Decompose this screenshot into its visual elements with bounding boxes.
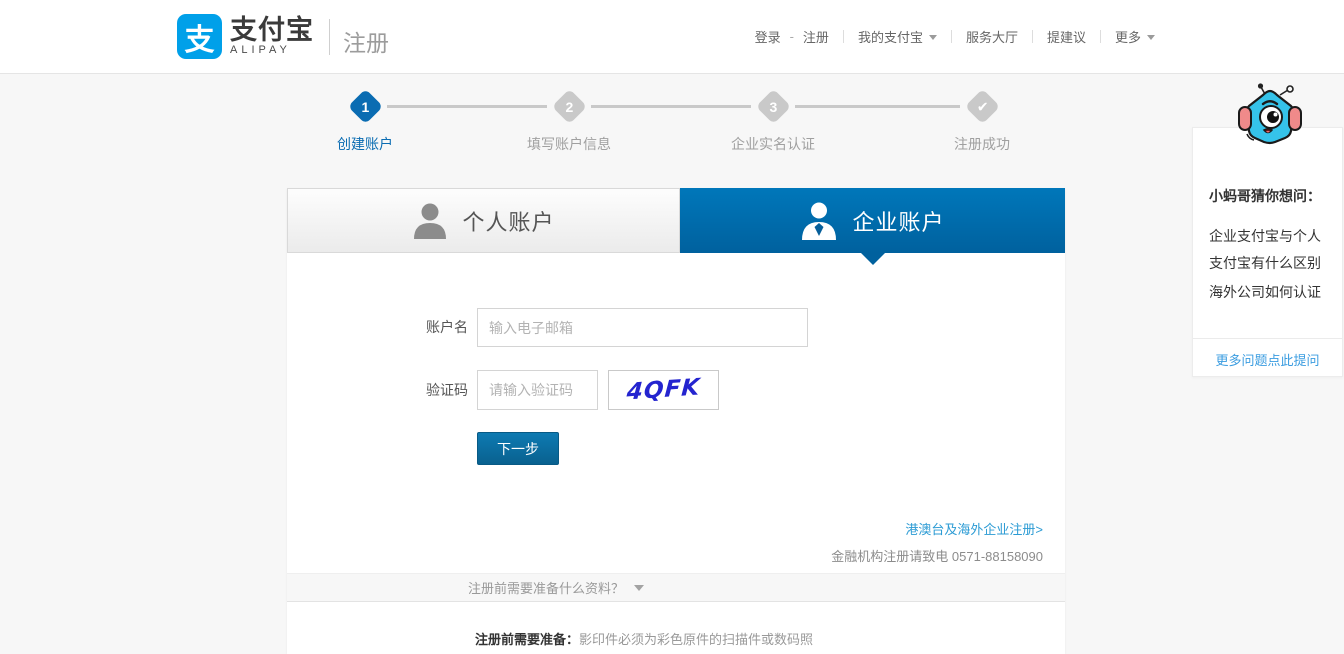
captcha-input[interactable] [477, 370, 598, 410]
nav-service-hall[interactable]: 服务大厅 [966, 27, 1018, 46]
step-label: 创建账户 [337, 136, 393, 152]
chevron-down-icon[interactable] [928, 34, 937, 44]
alipay-logo-icon: 支 [177, 14, 222, 59]
tab-personal-account[interactable]: 个人账户 [287, 188, 680, 253]
header: 支 支付宝 ALIPAY 注册 登录 - 注册 我的支付宝 服务大厅 提建议 更… [0, 0, 1344, 74]
help-panel-title: 小蚂哥猜你想问： [1209, 188, 1321, 204]
step-fill-info: 2 填写账户信息 [499, 88, 639, 154]
finance-phone-note: 金融机构注册请致电 0571-88158090 [831, 549, 1043, 564]
more-questions-link[interactable]: 更多问题点此提问 [1193, 350, 1342, 369]
help-question-link[interactable]: 企业支付宝与个人支付宝有什么区别 [1209, 223, 1331, 277]
step-success: ✔ 注册成功 [912, 88, 1052, 154]
tab-enterprise-account[interactable]: 企业账户 [680, 188, 1065, 265]
help-panel: 小蚂哥猜你想问： 企业支付宝与个人支付宝有什么区别 海外公司如何认证 更多问题点… [1192, 127, 1343, 377]
prepare-toggle-inner: 注册前需要准备什么资料？ [468, 578, 644, 597]
step-label: 填写账户信息 [527, 136, 611, 152]
tab-label-personal: 个人账户 [462, 209, 555, 235]
help-panel-divider [1193, 338, 1342, 339]
prepare-toggle-label: 注册前需要准备什么资料？ [467, 581, 624, 596]
nav-separator [1099, 30, 1101, 43]
prepare-note-text: 影印件必须为彩色原件的扫描件或数码照 [579, 632, 814, 647]
nav-register[interactable]: 注册 [803, 27, 829, 46]
step-indicator-check-icon: ✔ [964, 88, 1000, 125]
person-icon [414, 203, 447, 239]
step-label: 企业实名认证 [731, 136, 815, 152]
step-verify-enterprise: 3 企业实名认证 [703, 88, 843, 154]
chevron-down-icon[interactable] [1147, 34, 1155, 44]
businessman-icon [802, 202, 837, 240]
captcha-label: 验证码 [426, 382, 468, 398]
account-name-label: 账户名 [426, 319, 468, 335]
active-tab-arrow [859, 252, 886, 265]
page-title: 注册 [343, 30, 389, 56]
brand-chinese: 支付宝 [230, 15, 314, 45]
progress-steps: 1 创建账户 2 填写账户信息 3 企业实名认证 ✔ 注册成功 [287, 88, 1065, 168]
captcha-image-text: 4QFK [625, 374, 702, 406]
account-type-tabs: 个人账户 企业账户 [287, 188, 1065, 265]
nav-dash-separator: - [789, 29, 794, 44]
step-indicator-1: 1 [347, 88, 383, 125]
chevron-down-icon [634, 585, 644, 596]
step-label: 注册成功 [954, 136, 1010, 152]
overseas-register-link[interactable]: 港澳台及海外企业注册> [905, 519, 1043, 538]
nav-login[interactable]: 登录 [755, 27, 781, 46]
step-indicator-2: 2 [551, 88, 587, 125]
brand-english: ALIPAY [230, 44, 291, 56]
brand-text: 支付宝 ALIPAY [230, 16, 314, 57]
register-card: 个人账户 企业账户 账户名 验证码 4QFK 下一步 港澳台及海外企业注册> 金… [287, 188, 1065, 654]
nav-more[interactable]: 更多 [1115, 27, 1141, 46]
help-question-link[interactable]: 海外公司如何认证 [1209, 283, 1331, 301]
alipay-logo[interactable]: 支 支付宝 ALIPAY 注册 [177, 14, 389, 59]
nav-suggestion[interactable]: 提建议 [1047, 27, 1086, 46]
top-nav: 登录 - 注册 我的支付宝 服务大厅 提建议 更多 [755, 0, 1155, 73]
next-step-button[interactable]: 下一步 [477, 432, 559, 465]
prepare-note: 注册前需要准备：影印件必须为彩色原件的扫描件或数码照 [475, 629, 813, 648]
nav-separator [950, 30, 952, 43]
nav-my-alipay[interactable]: 我的支付宝 [858, 27, 923, 46]
captcha-image[interactable]: 4QFK [608, 370, 719, 410]
nav-separator [842, 30, 844, 43]
step-indicator-3: 3 [755, 88, 791, 125]
mascot-robot-icon [1238, 83, 1302, 145]
prepare-materials-toggle[interactable]: 注册前需要准备什么资料？ [287, 573, 1065, 602]
account-email-input[interactable] [477, 308, 808, 347]
tab-label-enterprise: 企业账户 [852, 209, 945, 235]
logo-divider [329, 18, 330, 55]
step-create-account: 1 创建账户 [295, 88, 435, 154]
prepare-note-title: 注册前需要准备： [475, 632, 580, 647]
nav-separator [1031, 30, 1033, 43]
